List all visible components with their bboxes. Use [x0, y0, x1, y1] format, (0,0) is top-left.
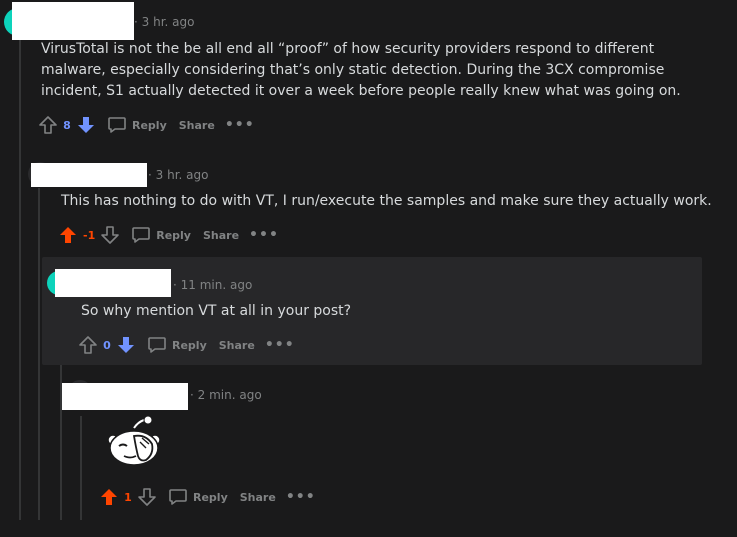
snoo-facepalm-icon — [104, 414, 164, 470]
username-redacted[interactable] — [12, 2, 134, 40]
more-options-button[interactable]: ••• — [286, 489, 316, 505]
comment-actions: 0 Reply Share ••• — [77, 333, 295, 357]
comment-body: So why mention VT at all in your post? — [81, 303, 352, 319]
comment-actions: -1 Reply Share ••• — [57, 223, 279, 247]
comment-actions: 1 Reply Share ••• — [98, 485, 316, 509]
comment-body: VirusTotal is not the be all end all “pr… — [41, 41, 681, 99]
downvote-icon[interactable] — [136, 486, 158, 508]
vote-score: 1 — [124, 490, 132, 504]
timestamp[interactable]: 2 min. ago — [198, 388, 262, 402]
timestamp[interactable]: 3 hr. ago — [156, 168, 209, 182]
timestamp[interactable]: 11 min. ago — [181, 278, 253, 292]
reply-label: Reply — [132, 118, 167, 132]
comment-icon — [168, 488, 188, 506]
separator: · — [190, 388, 194, 402]
share-button[interactable]: Share — [236, 491, 280, 504]
vote-score: 0 — [103, 338, 111, 352]
separator: · — [148, 168, 152, 182]
thread-line-1[interactable] — [19, 38, 21, 520]
vote-score: 8 — [63, 118, 71, 132]
reply-button[interactable]: Reply — [164, 488, 232, 506]
reply-label: Reply — [172, 338, 207, 352]
downvote-icon[interactable] — [75, 114, 97, 136]
comment-meta: · 3 hr. ago — [134, 15, 194, 29]
timestamp[interactable]: 3 hr. ago — [142, 15, 195, 29]
upvote-icon[interactable] — [98, 486, 120, 508]
comment-icon — [147, 336, 167, 354]
comment-meta: · 11 min. ago — [173, 278, 252, 292]
separator: · — [173, 278, 177, 292]
downvote-icon[interactable] — [115, 334, 137, 356]
share-button[interactable]: Share — [175, 119, 219, 132]
comment-icon — [107, 116, 127, 134]
vote-score: -1 — [83, 228, 96, 242]
upvote-icon[interactable] — [37, 114, 59, 136]
comment-actions: 8 Reply Share ••• — [37, 113, 255, 137]
more-options-button[interactable]: ••• — [249, 227, 279, 243]
upvote-icon[interactable] — [77, 334, 99, 356]
username-redacted[interactable] — [62, 383, 188, 410]
username-redacted[interactable] — [55, 269, 171, 297]
comment-icon — [131, 226, 151, 244]
reply-button[interactable]: Reply — [143, 336, 211, 354]
upvote-icon[interactable] — [57, 224, 79, 246]
more-options-button[interactable]: ••• — [225, 117, 255, 133]
share-button[interactable]: Share — [199, 229, 243, 242]
comment-body: This has nothing to do with VT, I run/ex… — [61, 193, 712, 209]
thread-line-4[interactable] — [80, 416, 82, 520]
separator: · — [134, 15, 138, 29]
comment-meta: · 3 hr. ago — [148, 168, 208, 182]
reply-label: Reply — [156, 228, 191, 242]
username-redacted[interactable] — [31, 163, 147, 187]
reply-button[interactable]: Reply — [103, 116, 171, 134]
reply-label: Reply — [193, 490, 228, 504]
comment-meta: · 2 min. ago — [190, 388, 262, 402]
more-options-button[interactable]: ••• — [265, 337, 295, 353]
downvote-icon[interactable] — [99, 224, 121, 246]
share-button[interactable]: Share — [215, 339, 259, 352]
thread-line-2[interactable] — [38, 188, 40, 520]
reply-button[interactable]: Reply — [127, 226, 195, 244]
